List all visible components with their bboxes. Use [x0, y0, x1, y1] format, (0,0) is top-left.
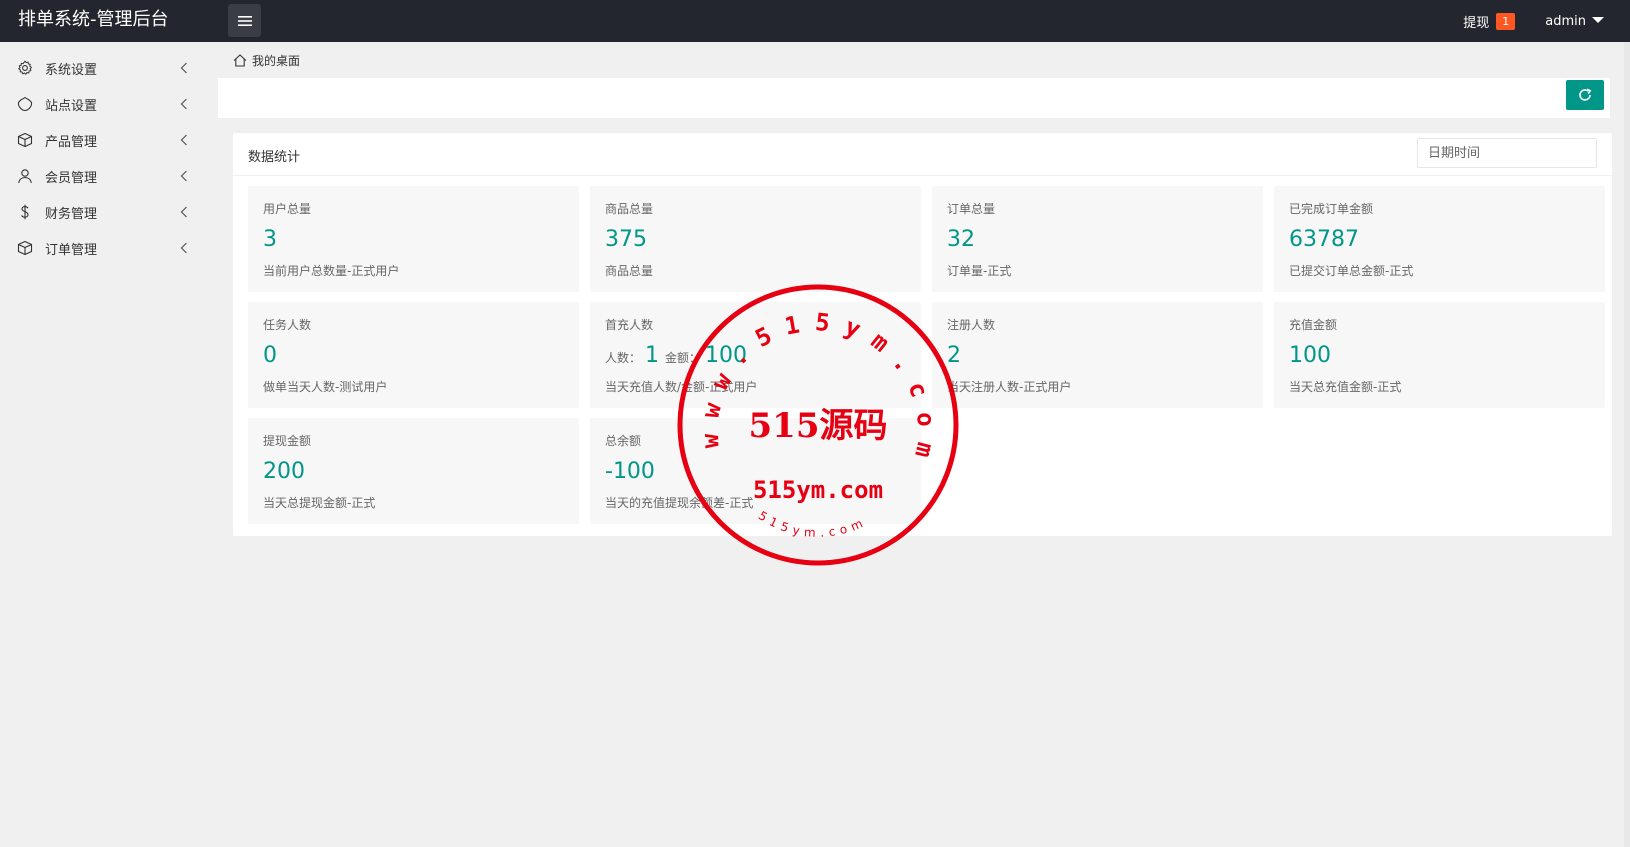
- box-icon: [16, 239, 33, 256]
- sidebar-item-label: 会员管理: [45, 170, 98, 186]
- home-icon[interactable]: [233, 53, 247, 67]
- sidebar-item-system-settings[interactable]: 系统设置: [0, 50, 210, 86]
- hamburger-icon: [237, 15, 252, 26]
- breadcrumb-current[interactable]: 我的桌面: [252, 52, 300, 69]
- refresh-icon: [1579, 88, 1592, 101]
- stat-description: 当天总充值金额-正式: [1289, 380, 1402, 394]
- chevron-left-icon: [180, 206, 187, 218]
- stat-value: 0: [263, 343, 277, 368]
- sidebar-item-label: 财务管理: [45, 206, 98, 222]
- sidebar-item-member-management[interactable]: 会员管理: [0, 158, 210, 194]
- dollar-icon: [16, 203, 33, 220]
- stat-card-total-users: 用户总量 3 当前用户总数量-正式用户: [248, 186, 579, 292]
- sidebar-item-label: 产品管理: [45, 134, 98, 150]
- stat-value: 200: [263, 459, 305, 484]
- sidebar-item-site-settings[interactable]: 站点设置: [0, 86, 210, 122]
- stat-title: 已完成订单金额: [1289, 202, 1374, 216]
- stat-description: 做单当天人数-测试用户: [263, 380, 388, 394]
- stat-card-completed-order-amount: 已完成订单金额 63787 已提交订单总金额-正式: [1274, 186, 1605, 292]
- stat-value: 63787: [1289, 227, 1359, 252]
- stat-card-withdraw-amount: 提现金额 200 当天总提现金额-正式: [248, 418, 579, 524]
- stat-description: 当天的充值提现余额差-正式: [605, 496, 754, 510]
- chevron-left-icon: [180, 62, 187, 74]
- stat-title: 任务人数: [263, 318, 312, 332]
- stat-description: 订单量-正式: [947, 264, 1012, 278]
- stat-card-registrations: 注册人数 2 当天注册人数-正式用户: [932, 302, 1263, 408]
- stat-description: 商品总量: [605, 264, 654, 278]
- stat-card-total-products: 商品总量 375 商品总量: [590, 186, 921, 292]
- stat-title: 充值金额: [1289, 318, 1338, 332]
- stat-title: 注册人数: [947, 318, 996, 332]
- gear-icon: [16, 59, 33, 76]
- stat-title: 提现金额: [263, 434, 312, 448]
- stat-title: 总余额: [605, 434, 642, 448]
- sidebar-item-label: 系统设置: [45, 62, 98, 78]
- chevron-left-icon: [180, 170, 187, 182]
- stat-description: 当前用户总数量-正式用户: [263, 264, 400, 278]
- caret-down-icon: [1592, 17, 1604, 23]
- date-time-input[interactable]: [1417, 138, 1597, 168]
- stat-card-recharge-amount: 充值金额 100 当天总充值金额-正式: [1274, 302, 1605, 408]
- stat-title: 首充人数: [605, 318, 654, 332]
- stat-value: 375: [605, 227, 647, 252]
- withdraw-notice[interactable]: 提现 1: [1463, 12, 1516, 31]
- stats-panel: 数据统计 用户总量 3 当前用户总数量-正式用户 商品总量 375 商品总量 订…: [233, 133, 1612, 536]
- top-header: 排单系统-管理后台 提现 1 admin: [0, 0, 1630, 42]
- site-icon: [16, 95, 33, 112]
- stat-card-task-users: 任务人数 0 做单当天人数-测试用户: [248, 302, 579, 408]
- box-icon: [16, 131, 33, 148]
- stat-value: 人数： 1 金额： 100: [605, 342, 753, 372]
- scrollbar[interactable]: [1624, 42, 1630, 847]
- stat-value: 2: [947, 343, 961, 368]
- username: admin: [1545, 13, 1586, 29]
- panel-header: 数据统计: [233, 133, 1612, 176]
- sidebar-item-label: 站点设置: [45, 98, 98, 114]
- amount-value: 100: [705, 343, 748, 368]
- stat-description: 已提交订单总金额-正式: [1289, 264, 1414, 278]
- stat-value: -100: [605, 459, 655, 484]
- chevron-left-icon: [180, 98, 187, 110]
- stat-description: 当天充值人数/金额-正式用户: [605, 380, 758, 394]
- stat-value: 100: [1289, 343, 1331, 368]
- breadcrumb: 我的桌面: [233, 50, 300, 70]
- sidebar-toggle-button[interactable]: [228, 4, 261, 37]
- panel-title: 数据统计: [248, 150, 301, 165]
- chevron-left-icon: [180, 242, 187, 254]
- app-title: 排单系统-管理后台: [18, 9, 169, 30]
- people-value: 1: [645, 343, 660, 368]
- refresh-button[interactable]: [1566, 80, 1604, 110]
- sidebar-item-order-management[interactable]: 订单管理: [0, 230, 210, 266]
- stat-value: 3: [263, 227, 277, 252]
- stat-title: 商品总量: [605, 202, 654, 216]
- amount-label: 金额：: [665, 351, 702, 365]
- user-menu[interactable]: admin: [1545, 14, 1604, 29]
- sidebar-item-finance-management[interactable]: 财务管理: [0, 194, 210, 230]
- stat-card-first-recharge: 首充人数 人数： 1 金额： 100 当天充值人数/金额-正式用户: [590, 302, 921, 408]
- withdraw-label: 提现: [1463, 15, 1490, 31]
- toolbar: [218, 78, 1610, 118]
- stat-card-total-orders: 订单总量 32 订单量-正式: [932, 186, 1263, 292]
- sidebar-item-label: 订单管理: [45, 242, 98, 258]
- stat-value: 32: [947, 227, 975, 252]
- stat-description: 当天注册人数-正式用户: [947, 380, 1072, 394]
- sidebar-item-product-management[interactable]: 产品管理: [0, 122, 210, 158]
- user-icon: [16, 167, 33, 184]
- people-label: 人数：: [605, 351, 642, 365]
- stat-title: 订单总量: [947, 202, 996, 216]
- sidebar: 系统设置 站点设置 产品管理 会员管理 财务管理 订单管理: [0, 42, 218, 847]
- stat-card-total-balance: 总余额 -100 当天的充值提现余额差-正式: [590, 418, 921, 524]
- stat-description: 当天总提现金额-正式: [263, 496, 376, 510]
- chevron-left-icon: [180, 134, 187, 146]
- stat-title: 用户总量: [263, 202, 312, 216]
- withdraw-badge: 1: [1496, 12, 1516, 30]
